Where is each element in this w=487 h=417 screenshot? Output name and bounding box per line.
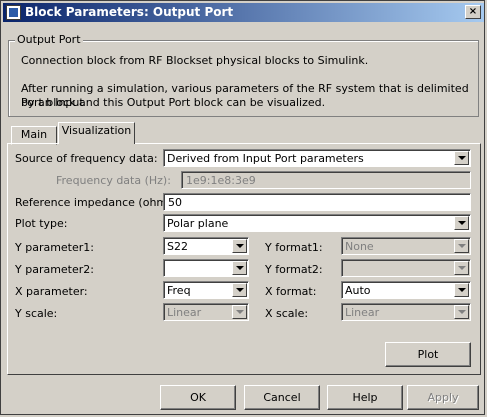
chevron-down-icon[interactable] <box>454 151 469 165</box>
chevron-down-icon[interactable] <box>232 305 247 319</box>
y-param1-select[interactable]: S22 <box>163 237 249 255</box>
freq-label: Frequency data (Hz): <box>56 174 171 187</box>
impedance-value: 50 <box>168 196 182 209</box>
chevron-down-icon[interactable] <box>454 216 469 230</box>
ok-button[interactable]: OK <box>160 385 236 410</box>
y-format1-value: None <box>345 240 374 253</box>
chevron-down-icon[interactable] <box>454 305 469 319</box>
plot-type-label: Plot type: <box>15 217 68 230</box>
description-line-2b: Port block and this Output Port block ca… <box>21 96 326 109</box>
source-label: Source of frequency data: <box>15 152 158 165</box>
freq-input[interactable]: 1e9:1e8:3e9 <box>181 171 471 189</box>
group-title: Output Port <box>15 33 83 46</box>
y-scale-select[interactable]: Linear <box>163 303 249 321</box>
impedance-input[interactable]: 50 <box>163 193 471 211</box>
y-param2-label: Y parameter2: <box>15 263 94 276</box>
x-param-label: X parameter: <box>15 285 88 298</box>
chevron-down-icon[interactable] <box>454 261 469 275</box>
freq-value: 1e9:1e8:3e9 <box>186 174 256 187</box>
source-select[interactable]: Derived from Input Port parameters <box>163 149 471 167</box>
cancel-button[interactable]: Cancel <box>244 385 320 410</box>
y-scale-label: Y scale: <box>15 307 58 320</box>
output-port-group: Output Port Connection block from RF Blo… <box>8 33 479 117</box>
y-format1-label: Y format1: <box>265 241 323 254</box>
chevron-down-icon[interactable] <box>232 261 247 275</box>
x-scale-value: Linear <box>345 306 380 319</box>
y-format2-label: Y format2: <box>265 263 323 276</box>
plot-type-value: Polar plane <box>167 217 229 230</box>
plot-type-select[interactable]: Polar plane <box>163 214 471 232</box>
window-title: Block Parameters: Output Port <box>25 5 234 19</box>
simulink-block-icon <box>6 5 21 20</box>
chevron-down-icon[interactable] <box>232 283 247 297</box>
y-format1-select[interactable]: None <box>341 237 471 255</box>
y-format2-select[interactable] <box>341 259 471 277</box>
y-param1-label: Y parameter1: <box>15 241 94 254</box>
x-param-value: Freq <box>167 284 191 297</box>
y-param2-select[interactable] <box>163 259 249 277</box>
tab-visualization[interactable]: Visualization <box>58 122 135 144</box>
chevron-down-icon[interactable] <box>232 239 247 253</box>
x-format-value: Auto <box>345 284 371 297</box>
x-scale-label: X scale: <box>265 307 309 320</box>
x-format-select[interactable]: Auto <box>341 281 471 299</box>
close-icon[interactable]: × <box>465 5 481 19</box>
x-param-select[interactable]: Freq <box>163 281 249 299</box>
impedance-label: Reference impedance (ohms): <box>15 196 181 209</box>
apply-button[interactable]: Apply <box>407 385 479 410</box>
plot-button[interactable]: Plot <box>385 342 471 367</box>
source-value: Derived from Input Port parameters <box>167 152 364 165</box>
description-line-1: Connection block from RF Blockset physic… <box>21 54 369 67</box>
x-scale-select[interactable]: Linear <box>341 303 471 321</box>
y-param1-value: S22 <box>167 240 188 253</box>
title-bar[interactable]: Block Parameters: Output Port × <box>3 3 484 22</box>
y-scale-value: Linear <box>167 306 202 319</box>
help-button[interactable]: Help <box>327 385 403 410</box>
dialog-window: Block Parameters: Output Port × Output P… <box>0 0 485 415</box>
x-format-label: X format: <box>265 285 317 298</box>
chevron-down-icon[interactable] <box>454 239 469 253</box>
chevron-down-icon[interactable] <box>454 283 469 297</box>
